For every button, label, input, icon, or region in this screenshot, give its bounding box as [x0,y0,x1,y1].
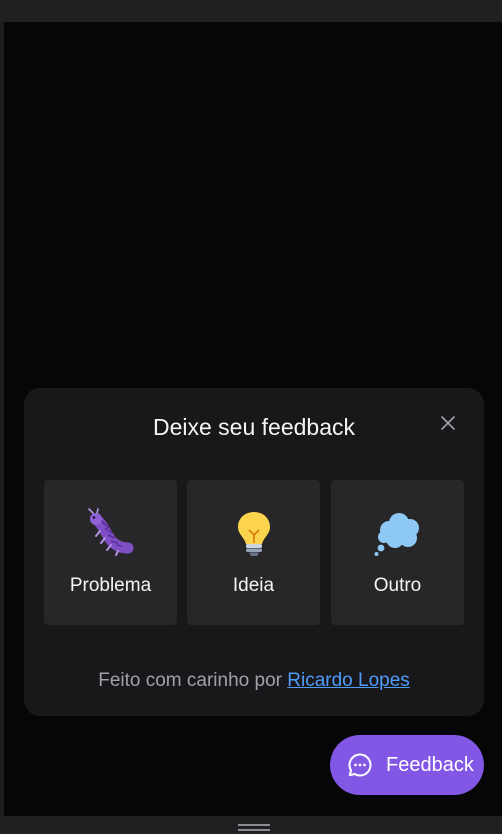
feedback-type-options: Problema Ideia Outro [44,480,464,625]
footer-text: Feito com carinho por [98,670,282,691]
feedback-widget: Deixe seu feedback Problema Ideia Outro … [24,388,484,716]
window-left-edge [0,22,4,816]
resize-handle[interactable] [238,824,270,832]
feedback-button[interactable]: Feedback [330,735,484,795]
option-problema-button[interactable]: Problema [44,480,177,625]
window-bottom-bar [0,816,502,834]
author-link[interactable]: Ricardo Lopes [287,670,410,691]
option-label: Problema [69,575,152,596]
feedback-button-label: Feedback [386,754,474,776]
lightbulb-icon [229,508,279,558]
option-label: Ideia [232,575,275,596]
option-ideia-button[interactable]: Ideia [187,480,320,625]
chat-bubble-icon [348,753,372,777]
thought-balloon-icon [373,508,423,558]
option-label: Outro [373,575,422,596]
widget-title: Deixe seu feedback [152,414,355,440]
option-outro-button[interactable]: Outro [331,480,464,625]
close-icon [441,416,455,430]
window-top-bar [0,0,502,22]
bug-icon [86,508,136,558]
footer: Feito com carinho por Ricardo Lopes [24,668,484,694]
close-button[interactable] [436,411,460,435]
